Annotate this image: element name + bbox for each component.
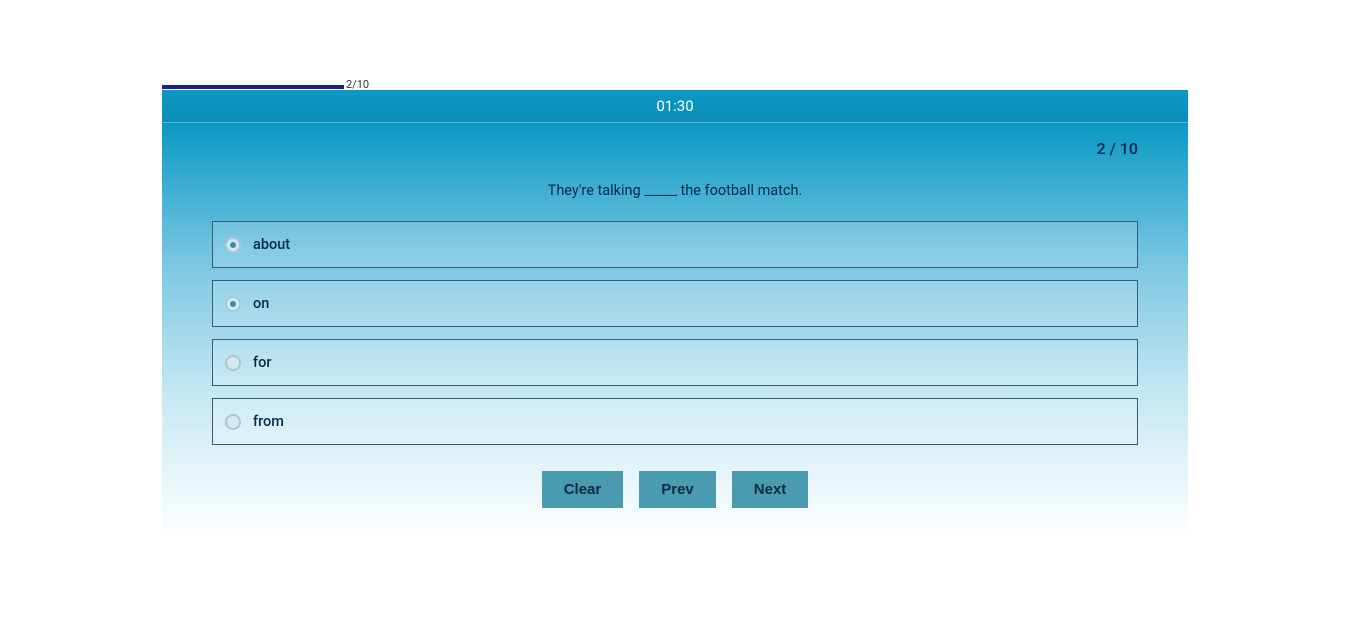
prev-button[interactable]: Prev [639,471,716,508]
quiz-container: 2/10 01:30 2 / 10 They're talking _____ … [162,78,1188,538]
next-button[interactable]: Next [732,471,809,508]
clear-button[interactable]: Clear [542,471,624,508]
option-label: on [253,295,269,312]
question-text: They're talking _____ the football match… [212,168,1138,221]
option-label: about [253,236,290,253]
counter-text: 2 / 10 [1097,139,1138,158]
button-row: Clear Prev Next [212,471,1138,508]
timer-value: 01:30 [656,97,693,115]
option-label: for [253,354,271,371]
timer-bar: 01:30 [162,90,1188,123]
option-2[interactable]: for [212,339,1138,386]
radio-icon [225,414,241,430]
options-list: about on for from [212,221,1138,445]
option-0[interactable]: about [212,221,1138,268]
radio-icon [225,237,241,253]
progress-bar: 2/10 [162,78,1188,90]
progress-label: 2/10 [346,78,369,91]
progress-bar-fill [162,85,344,89]
radio-icon [225,296,241,312]
option-3[interactable]: from [212,398,1138,445]
question-counter: 2 / 10 [212,123,1138,168]
radio-icon [225,355,241,371]
option-1[interactable]: on [212,280,1138,327]
content-area: 2 / 10 They're talking _____ the footbal… [162,123,1188,538]
option-label: from [253,413,284,430]
